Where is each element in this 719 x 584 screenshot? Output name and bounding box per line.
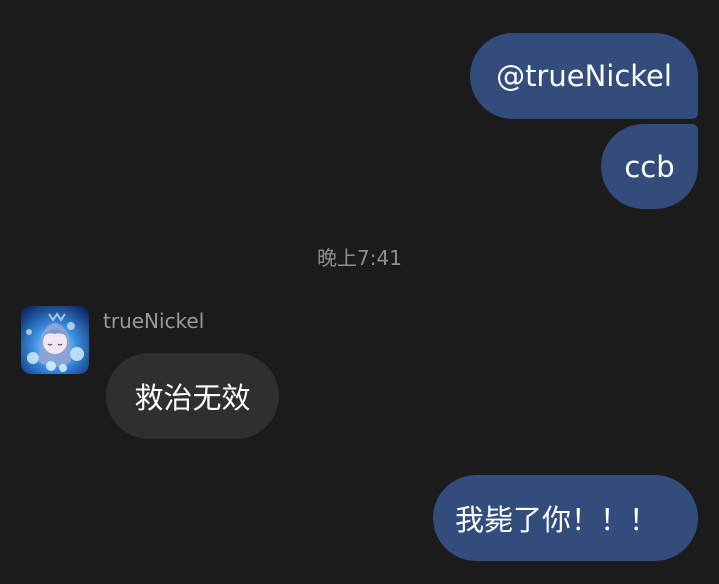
message-text: @trueNickel xyxy=(496,59,672,93)
sent-message-bubble[interactable]: 我毙了你！！！ xyxy=(433,475,698,561)
sent-message-bubble[interactable]: @trueNickel xyxy=(470,33,698,119)
received-message-bubble[interactable]: 救治无效 xyxy=(106,353,279,439)
chat-window: @trueNickel ccb 晚上7:41 trueNickel 救治无效 我… xyxy=(0,0,719,584)
message-text: 救治无效 xyxy=(134,381,251,415)
message-timestamp: 晚上7:41 xyxy=(317,246,402,270)
sender-avatar[interactable] xyxy=(21,306,89,374)
anime-character-avatar-icon xyxy=(21,306,89,374)
sent-message-bubble[interactable]: ccb xyxy=(601,124,698,209)
sender-name: trueNickel xyxy=(103,309,205,333)
message-text: ccb xyxy=(624,149,675,184)
message-text: 我毙了你！！！ xyxy=(455,503,659,537)
